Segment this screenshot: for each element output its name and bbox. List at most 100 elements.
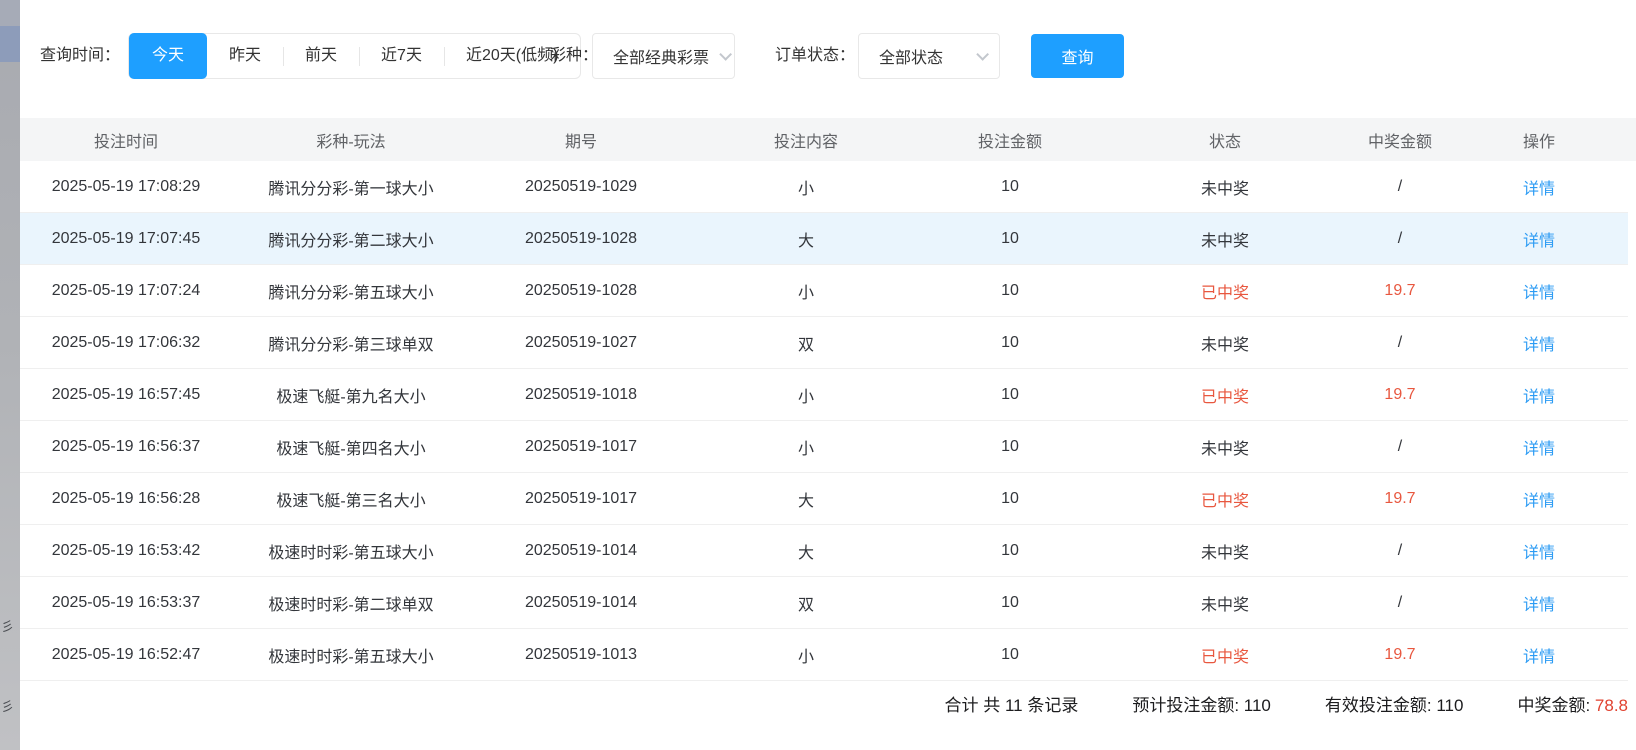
cell-bet-content: 小 (692, 279, 920, 303)
table-row: 2025-05-19 17:07:45 腾讯分分彩-第二球大小 20250519… (20, 213, 1628, 265)
cell-bet-time: 2025-05-19 17:07:24 (20, 282, 232, 300)
cell-status: 已中奖 (1100, 383, 1350, 407)
cell-issue: 20250519-1017 (470, 438, 692, 456)
cell-bet-amount: 10 (920, 542, 1100, 560)
cell-bet-time: 2025-05-19 17:07:45 (20, 230, 232, 248)
table-body: 2025-05-19 17:08:29 腾讯分分彩-第一球大小 20250519… (20, 161, 1628, 681)
win-amount-label: 中奖金额: (1517, 696, 1594, 715)
search-button[interactable]: 查询 (1031, 34, 1124, 78)
cell-status: 未中奖 (1100, 591, 1350, 615)
sidebar-text-fragment: 彡 (1, 616, 19, 638)
valid-bet-value: 110 (1436, 696, 1463, 715)
cell-issue: 20250519-1017 (470, 490, 692, 508)
time-tab-day-before[interactable]: 前天 (283, 34, 359, 78)
expected-bet-value: 110 (1244, 696, 1271, 715)
lottery-type-select[interactable]: 全部经典彩票 (592, 33, 735, 79)
table-row: 2025-05-19 16:56:37 极速飞艇-第四名大小 20250519-… (20, 421, 1628, 473)
cell-status: 已中奖 (1100, 279, 1350, 303)
time-tab-today[interactable]: 今天 (129, 33, 207, 79)
header-issue: 期号 (470, 128, 692, 152)
cell-bet-content: 大 (692, 539, 920, 563)
cell-bet-time: 2025-05-19 16:56:37 (20, 438, 232, 456)
detail-link[interactable]: 详情 (1523, 389, 1555, 406)
order-status-select[interactable]: 全部状态 (858, 33, 1000, 79)
table-row: 2025-05-19 16:57:45 极速飞艇-第九名大小 20250519-… (20, 369, 1628, 421)
expected-bet-amount: 预计投注金额: 110 (1132, 691, 1271, 716)
header-status: 状态 (1100, 128, 1350, 152)
cell-game-play: 腾讯分分彩-第一球大小 (232, 175, 470, 199)
win-amount-value: 78.8 (1595, 696, 1628, 715)
cell-status: 未中奖 (1100, 227, 1350, 251)
cell-issue: 20250519-1014 (470, 594, 692, 612)
cell-win-amount: / (1350, 594, 1450, 612)
cell-issue: 20250519-1013 (470, 646, 692, 664)
lottery-type-value: 全部经典彩票 (613, 44, 709, 68)
cell-bet-amount: 10 (920, 230, 1100, 248)
summary-footer: 合计 共 11 条记录 预计投注金额: 110 有效投注金额: 110 中奖金额… (20, 681, 1628, 725)
detail-link[interactable]: 详情 (1523, 441, 1555, 458)
detail-link[interactable]: 详情 (1523, 181, 1555, 198)
table-row: 2025-05-19 16:53:37 极速时时彩-第二球单双 20250519… (20, 577, 1628, 629)
cell-game-play: 极速时时彩-第二球单双 (232, 591, 470, 615)
cell-bet-amount: 10 (920, 282, 1100, 300)
lottery-type-label: 彩种： (550, 33, 598, 79)
cell-issue: 20250519-1014 (470, 542, 692, 560)
detail-link[interactable]: 详情 (1523, 337, 1555, 354)
cell-win-amount: 19.7 (1350, 490, 1450, 508)
detail-link[interactable]: 详情 (1523, 649, 1555, 666)
header-win-amount: 中奖金额 (1350, 128, 1450, 152)
time-range-tabs: 今天 昨天 前天 近7天 近20天(低频) (128, 33, 581, 79)
time-tab-yesterday[interactable]: 昨天 (207, 34, 283, 78)
cell-status: 未中奖 (1100, 331, 1350, 355)
query-time-label: 查询时间： (40, 33, 120, 79)
betting-records-page: 彡 彡 查询时间： 今天 昨天 前天 近7天 近20天(低频) 彩种： 全部经典… (0, 0, 1636, 750)
cell-bet-time: 2025-05-19 16:53:42 (20, 542, 232, 560)
cell-bet-amount: 10 (920, 178, 1100, 196)
cell-game-play: 极速飞艇-第四名大小 (232, 435, 470, 459)
cell-issue: 20250519-1028 (470, 230, 692, 248)
cell-bet-time: 2025-05-19 17:08:29 (20, 178, 232, 196)
cell-bet-amount: 10 (920, 438, 1100, 456)
clipped-sidebar-strip: 彡 彡 (0, 0, 20, 750)
cell-win-amount: 19.7 (1350, 282, 1450, 300)
detail-link[interactable]: 详情 (1523, 493, 1555, 510)
detail-link[interactable]: 详情 (1523, 233, 1555, 250)
cell-bet-time: 2025-05-19 16:56:28 (20, 490, 232, 508)
cell-bet-time: 2025-05-19 16:57:45 (20, 386, 232, 404)
detail-link[interactable]: 详情 (1523, 285, 1555, 302)
cell-issue: 20250519-1029 (470, 178, 692, 196)
order-status-label: 订单状态： (775, 33, 855, 79)
cell-bet-amount: 10 (920, 594, 1100, 612)
cell-bet-amount: 10 (920, 646, 1100, 664)
chevron-down-icon (976, 48, 989, 61)
cell-game-play: 极速飞艇-第三名大小 (232, 487, 470, 511)
table-header: 投注时间 彩种-玩法 期号 投注内容 投注金额 状态 中奖金额 操作 (20, 118, 1636, 161)
cell-win-amount: 19.7 (1350, 646, 1450, 664)
cell-win-amount: / (1350, 178, 1450, 196)
cell-issue: 20250519-1018 (470, 386, 692, 404)
time-tab-last-7-days[interactable]: 近7天 (359, 34, 444, 78)
table-row: 2025-05-19 16:56:28 极速飞艇-第三名大小 20250519-… (20, 473, 1628, 525)
cell-bet-content: 大 (692, 487, 920, 511)
valid-bet-amount: 有效投注金额: 110 (1325, 691, 1464, 716)
sidebar-block-top (0, 0, 20, 26)
detail-link[interactable]: 详情 (1523, 545, 1555, 562)
cell-status: 已中奖 (1100, 487, 1350, 511)
cell-bet-amount: 10 (920, 490, 1100, 508)
header-action: 操作 (1450, 128, 1628, 152)
cell-bet-time: 2025-05-19 16:52:47 (20, 646, 232, 664)
header-game-play: 彩种-玩法 (232, 128, 470, 152)
cell-game-play: 腾讯分分彩-第五球大小 (232, 279, 470, 303)
cell-bet-content: 小 (692, 643, 920, 667)
cell-status: 已中奖 (1100, 643, 1350, 667)
cell-status: 未中奖 (1100, 539, 1350, 563)
detail-link[interactable]: 详情 (1523, 597, 1555, 614)
chevron-down-icon (719, 48, 732, 61)
win-amount-total: 中奖金额: 78.8 (1517, 691, 1628, 716)
cell-issue: 20250519-1027 (470, 334, 692, 352)
cell-win-amount: 19.7 (1350, 386, 1450, 404)
expected-bet-label: 预计投注金额: (1132, 696, 1243, 715)
cell-bet-content: 大 (692, 227, 920, 251)
sidebar-text-fragment: 彡 (1, 696, 19, 718)
cell-game-play: 极速时时彩-第五球大小 (232, 539, 470, 563)
